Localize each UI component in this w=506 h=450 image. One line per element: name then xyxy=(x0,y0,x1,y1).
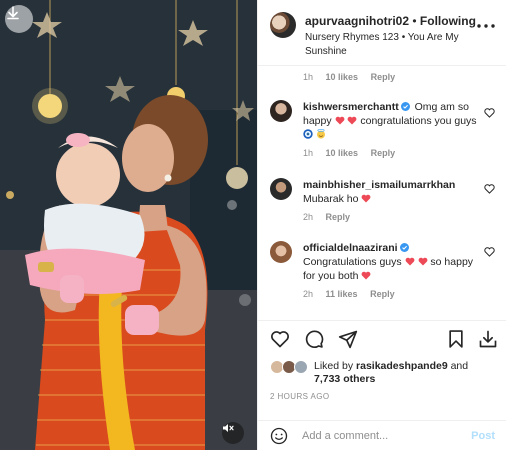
comment-text: mainbhisher_ismailumarrkhan Mubarak ho xyxy=(303,178,481,206)
comment-like-icon[interactable] xyxy=(484,247,495,257)
red-heart-emoji-icon xyxy=(335,116,344,125)
comment-like-icon[interactable] xyxy=(484,108,495,118)
comment-like-icon[interactable] xyxy=(484,184,495,194)
author-avatar[interactable] xyxy=(270,12,296,38)
post-side-panel: apurvaagnihotri02 • Following Nursery Rh… xyxy=(257,0,506,450)
comment-time: 2h xyxy=(303,212,314,222)
author-line: apurvaagnihotri02 • Following xyxy=(305,14,476,28)
commenter-username[interactable]: kishwersmerchantt xyxy=(303,101,399,113)
reply-button[interactable]: Reply xyxy=(371,72,396,82)
post-comment-button[interactable]: Post xyxy=(471,430,495,442)
liker-avatar[interactable] xyxy=(294,360,308,374)
more-options-icon[interactable] xyxy=(477,24,495,28)
post-media[interactable] xyxy=(0,0,257,450)
commenter-avatar[interactable] xyxy=(270,241,292,263)
commenter-avatar[interactable] xyxy=(270,178,292,200)
red-heart-emoji-icon xyxy=(361,271,371,280)
commenter-username[interactable]: mainbhisher_ismailumarrkhan xyxy=(303,179,455,191)
smiling-face-with-halo-emoji-icon xyxy=(316,129,325,139)
post-header: apurvaagnihotri02 • Following Nursery Rh… xyxy=(258,0,506,66)
comment-likes[interactable]: 11 likes xyxy=(326,289,358,299)
comments-list[interactable]: 1h 10 likes Reply kishwersmerchantt Omg … xyxy=(258,66,506,320)
commenter-avatar[interactable] xyxy=(270,100,292,122)
header-separator: • xyxy=(412,14,417,28)
comment-icon[interactable] xyxy=(304,329,324,349)
comment-meta: 2h Reply xyxy=(303,212,350,222)
verified-badge-icon xyxy=(400,102,410,111)
mute-toggle-button[interactable] xyxy=(222,422,244,444)
comment-meta: 1h 10 likes Reply xyxy=(303,148,395,158)
following-button[interactable]: Following xyxy=(420,14,476,28)
liked-by-username[interactable]: rasikadeshpande9 xyxy=(356,360,448,372)
comment-likes[interactable]: 10 likes xyxy=(326,148,359,158)
nazar-amulet-emoji-icon xyxy=(303,129,313,139)
reply-button[interactable]: Reply xyxy=(371,148,396,158)
comment-time: 2h xyxy=(303,289,314,299)
comment-text: kishwersmerchantt Omg am so happy congra… xyxy=(303,100,481,142)
comment-likes[interactable]: 10 likes xyxy=(326,72,359,82)
author-username[interactable]: apurvaagnihotri02 xyxy=(305,14,409,28)
comment-text: officialdelnaazirani Congratulations guy… xyxy=(303,241,481,283)
add-comment-input[interactable] xyxy=(302,427,462,445)
verified-badge-icon xyxy=(399,243,409,252)
comment-time: 1h xyxy=(303,72,314,82)
liked-by-connector: and xyxy=(450,360,469,372)
reply-button[interactable]: Reply xyxy=(326,212,351,222)
red-heart-emoji-icon xyxy=(405,257,414,266)
liked-by-text: Liked by rasikadeshpande9 and 7,733 othe… xyxy=(314,360,468,386)
comment-meta: 1h 10 likes Reply xyxy=(303,72,395,82)
heart-icon[interactable] xyxy=(270,329,290,349)
comment-meta: 2h 11 likes Reply xyxy=(303,289,395,299)
download-icon[interactable] xyxy=(478,329,498,349)
comment-text-start: Mubarak ho xyxy=(303,193,359,205)
comment-time: 1h xyxy=(303,148,314,158)
commenter-username[interactable]: officialdelnaazirani xyxy=(303,242,398,254)
audio-track-link[interactable]: Nursery Rhymes 123 • You Are My Sunshine xyxy=(305,31,475,59)
add-comment-bar: Post xyxy=(258,420,506,450)
post-photo xyxy=(0,0,257,450)
post-actions-bar xyxy=(258,320,506,354)
red-heart-emoji-icon xyxy=(418,257,427,266)
share-icon[interactable] xyxy=(338,329,358,349)
download-button[interactable] xyxy=(5,5,33,33)
bookmark-icon[interactable] xyxy=(446,329,466,349)
liked-by: Liked by rasikadeshpande9 and 7,733 othe… xyxy=(258,356,506,390)
red-heart-emoji-icon xyxy=(348,116,357,125)
red-heart-emoji-icon xyxy=(361,194,371,203)
speaker-muted-icon xyxy=(223,424,234,432)
emoji-picker-icon[interactable] xyxy=(270,427,288,445)
reply-button[interactable]: Reply xyxy=(370,289,395,299)
download-arrow-icon xyxy=(7,6,19,20)
comment-text-start: Congratulations guys xyxy=(303,256,402,268)
liked-by-prefix: Liked by xyxy=(314,360,354,372)
post-timestamp[interactable]: 2 HOURS AGO xyxy=(270,392,330,401)
comment-text-end: congratulations you guys xyxy=(360,115,477,127)
likes-count[interactable]: 7,733 others xyxy=(314,373,375,385)
